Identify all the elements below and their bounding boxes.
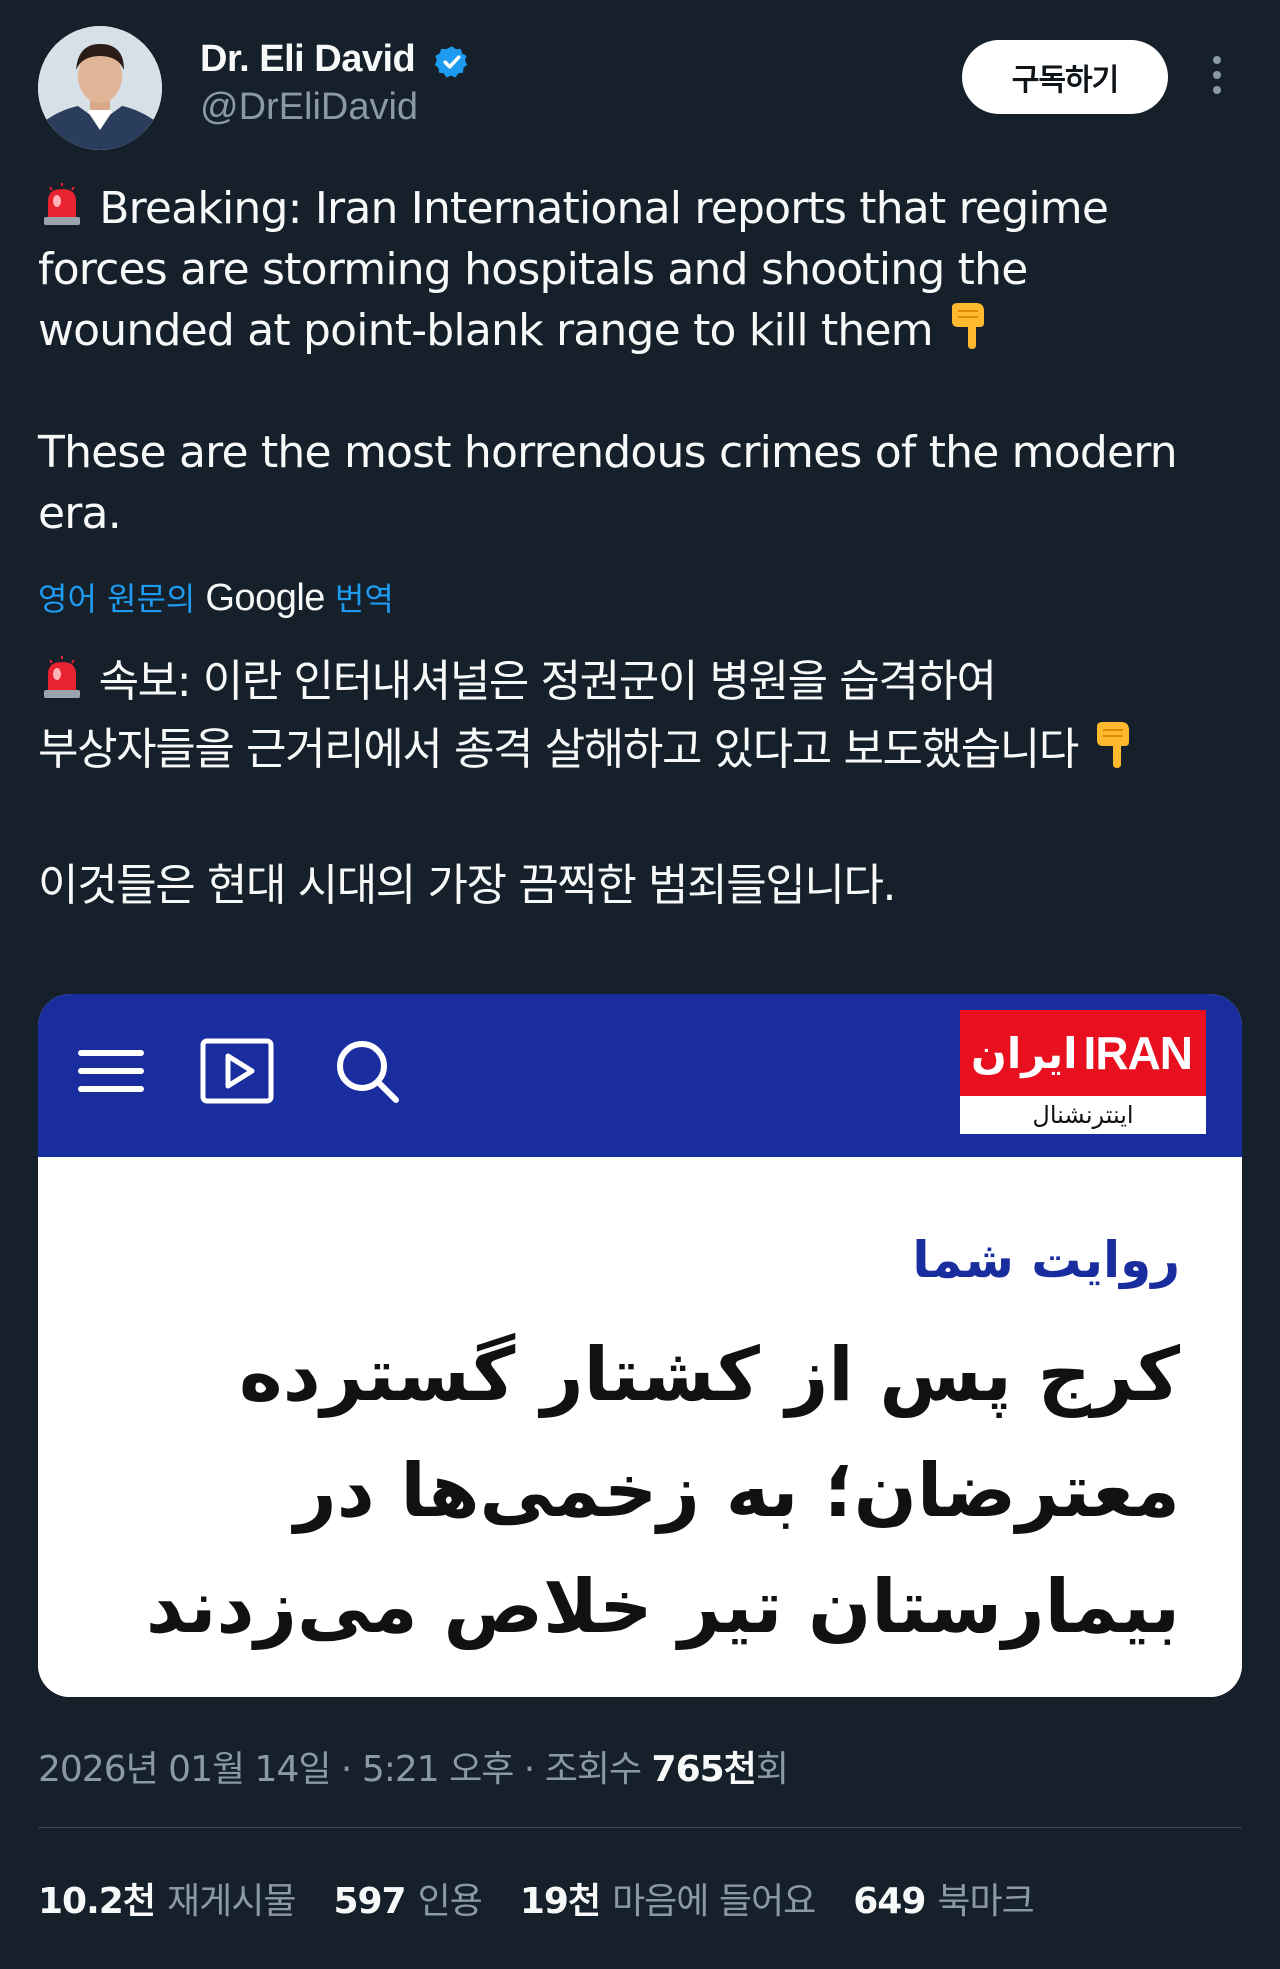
siren-emoji — [44, 183, 80, 225]
views-count: 765천 — [651, 1749, 757, 1790]
more-options-icon[interactable] — [1206, 56, 1228, 100]
translate-prefix: 영어 원문의 — [38, 580, 196, 618]
quotes-stat[interactable]: 597 인용 — [333, 1872, 483, 1924]
bookmarks-stat[interactable]: 649 북마크 — [853, 1872, 1035, 1924]
reposts-stat[interactable]: 10.2천 재게시물 — [38, 1872, 296, 1924]
translate-suffix: 번역 — [334, 580, 394, 618]
media-body: روایت شما کرج پس از کشتار گسترده معترضان… — [38, 1157, 1242, 1697]
divider — [38, 1827, 1242, 1828]
tweet-paragraph-2: These are the most horrendous crimes of … — [38, 427, 1178, 539]
likes-label: 마음에 들어요 — [612, 1881, 816, 1922]
menu-icon — [78, 1050, 144, 1092]
siren-emoji — [44, 656, 80, 698]
verified-icon — [434, 46, 468, 78]
tweet-text: Breaking: Iran International reports tha… — [38, 178, 1238, 544]
tweet-time[interactable]: 5:21 오후 — [362, 1749, 515, 1790]
translated-paragraph-2: 이것들은 현대 시대의 가장 끔찍한 범죄들입니다. — [38, 860, 897, 911]
reposts-count: 10.2천 — [38, 1881, 156, 1922]
media-nav-bar: ایران IRAN اینترنشنال — [38, 994, 1242, 1157]
logo-persian: ایران — [971, 1028, 1078, 1078]
user-handle[interactable]: @DrEliDavid — [200, 86, 418, 129]
pointing-down-emoji — [1096, 722, 1129, 768]
likes-count: 19천 — [519, 1881, 601, 1922]
search-icon — [337, 1041, 399, 1103]
google-brand: Google — [205, 577, 325, 619]
logo-english: IRAN — [1083, 1027, 1193, 1079]
tweet-date[interactable]: 2026년 01월 14일 — [38, 1749, 331, 1790]
quotes-count: 597 — [333, 1881, 406, 1922]
translated-line-2: 부상자들을 근거리에서 총격 살해하고 있다고 보도했습니다 — [38, 724, 1079, 775]
logo-subtitle: اینترنشنال — [1032, 1101, 1134, 1129]
tweet-meta: 2026년 01월 14일 · 5:21 오후 · 조회수 765천회 — [38, 1749, 789, 1790]
tweet-page: Dr. Eli David @DrEliDavid 구독하기 Breaking:… — [0, 0, 1280, 1969]
translation-attribution[interactable]: 영어 원문의 Google 번역 — [38, 574, 394, 620]
media-card[interactable]: ایران IRAN اینترنشنال روایت شما کرج پس ا… — [38, 994, 1242, 1697]
pointing-down-emoji — [952, 303, 985, 349]
subscribe-button[interactable]: 구독하기 — [962, 40, 1168, 114]
display-name[interactable]: Dr. Eli David — [200, 38, 416, 81]
reposts-label: 재게시물 — [166, 1881, 296, 1922]
video-icon — [200, 1038, 274, 1104]
bookmarks-count: 649 — [853, 1881, 926, 1922]
avatar[interactable] — [38, 26, 162, 150]
logo-top: ایران IRAN — [960, 1010, 1206, 1096]
tweet-line-1: Breaking: Iran International reports tha… — [99, 183, 1109, 234]
engagement-stats: 10.2천 재게시물 597 인용 19천 마음에 들어요 649 북마크 — [38, 1872, 1035, 1924]
bookmarks-label: 북마크 — [937, 1881, 1034, 1922]
article-headline: کرج پس از کشتار گسترده معترضان؛ به زخمی‌… — [145, 1332, 1180, 1650]
translated-line-1: 속보: 이란 인터내셔널은 정권군이 병원을 습격하여 — [98, 656, 997, 707]
tweet-line-3: wounded at point-blank range to kill the… — [38, 305, 934, 356]
quotes-label: 인용 — [417, 1881, 483, 1922]
likes-stat[interactable]: 19천 마음에 들어요 — [519, 1872, 816, 1924]
tweet-line-2: forces are storming hospitals and shooti… — [38, 244, 1028, 295]
iran-international-logo: ایران IRAN اینترنشنال — [960, 1010, 1206, 1134]
views-prefix: 조회수 — [544, 1749, 642, 1790]
article-kicker: روایت شما — [912, 1231, 1180, 1289]
views-suffix: 회 — [755, 1749, 789, 1790]
translated-text: 속보: 이란 인터내셔널은 정권군이 병원을 습격하여 부상자들을 근거리에서 … — [38, 648, 1238, 920]
